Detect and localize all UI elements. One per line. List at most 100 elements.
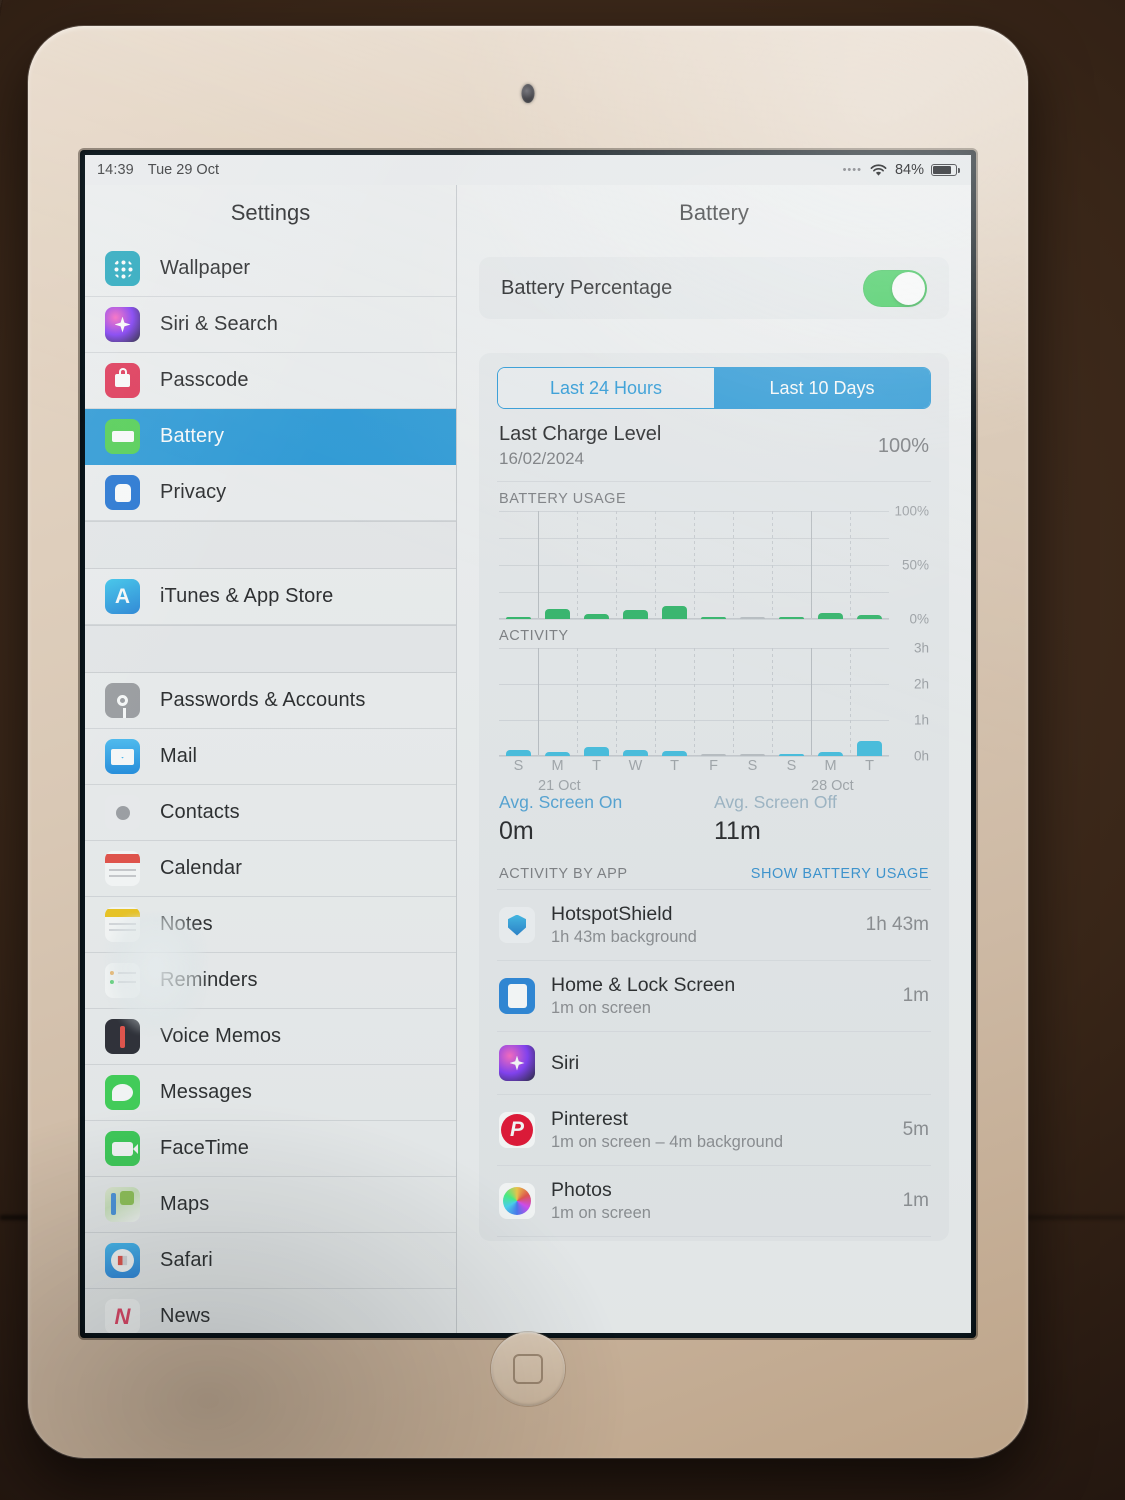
app-store-icon: A [105,579,140,614]
sidebar-item-notes[interactable]: Notes [85,897,456,953]
app-detail: 1m on screen [551,999,651,1017]
bar [505,749,532,756]
photos-icon [499,1183,535,1219]
sidebar-item-calendar[interactable]: Calendar [85,841,456,897]
bar [505,617,532,619]
safari-icon [105,1243,140,1278]
show-battery-usage-link[interactable]: SHOW BATTERY USAGE [751,866,929,882]
x-axis-tick: S [513,758,524,774]
hotspotshield-icon [499,907,535,943]
pinterest-icon: P [499,1112,535,1148]
app-name: Home & Lock Screen [551,974,736,996]
app-usage-row[interactable]: Home & Lock Screen 1m on screen 1m [497,961,931,1032]
activity-by-app-caption: ACTIVITY BY APP [499,866,628,882]
bar [661,606,688,619]
bar-slot [811,648,850,756]
tab-last-10-days[interactable]: Last 10 Days [714,368,930,408]
x-axis-tick: T [865,758,874,774]
reminders-icon [105,963,140,998]
bar [661,750,688,756]
app-usage-row[interactable]: Photos 1m on screen 1m [497,1166,931,1237]
app-detail: 1m on screen – 4m background [551,1133,784,1151]
bar-slot [694,648,733,756]
bar [700,754,727,756]
sidebar-item-label: Privacy [160,481,227,503]
siri-icon [105,307,140,342]
app-usage-row[interactable]: Siri [497,1032,931,1095]
sidebar-item-mail[interactable]: Mail [85,729,456,785]
settings-sidebar: Settings Wallpaper Siri & Search Passcode B… [85,185,457,1333]
y-axis-tick: 0h [913,748,929,764]
y-axis-tick: 2h [913,676,929,692]
bar-slot [655,648,694,756]
calendar-icon [105,851,140,886]
sidebar-item-siri-search[interactable]: Siri & Search [85,297,456,353]
avg-screen-on: Avg. Screen On 0m [499,792,714,846]
news-icon: N [105,1299,140,1333]
mail-icon [105,739,140,774]
sidebar-item-safari[interactable]: Safari [85,1233,456,1289]
activity-chart: 0h 1h 2h 3h [499,641,929,764]
tab-last-24-hours[interactable]: Last 24 Hours [498,368,714,408]
sidebar-item-battery[interactable]: Battery [85,409,456,465]
chart-x-axis: S M T W T F S S M T 21 Oct 28 Oct [499,758,889,794]
bar [856,614,883,619]
bar [583,614,610,619]
sidebar-item-label: Voice Memos [160,1025,282,1047]
sidebar-group-separator [85,521,456,569]
x-axis-tick: T [670,758,679,774]
battery-percentage-toggle[interactable] [863,269,927,307]
battery-chart-card: Last 24 Hours Last 10 Days Last Charge L… [479,353,949,1241]
bar [622,749,649,756]
app-usage-row[interactable]: HotspotShield 1h 43m background 1h 43m [497,890,931,961]
x-axis-week-label: 28 Oct [811,778,854,794]
hand-icon [105,475,140,510]
sidebar-item-contacts[interactable]: Contacts [85,785,456,841]
bar-slot [772,648,811,756]
sidebar-item-maps[interactable]: Maps [85,1177,456,1233]
sidebar-item-voice-memos[interactable]: Voice Memos [85,1009,456,1065]
signal-dots-icon: •••• [842,164,862,176]
key-icon [105,683,140,718]
y-axis-tick: 50% [901,557,929,573]
sidebar-item-privacy[interactable]: Privacy [85,465,456,521]
sidebar-item-passwords-accounts[interactable]: Passwords & Accounts [85,673,456,729]
detail-title: Battery [679,200,749,225]
sidebar-item-passcode[interactable]: Passcode [85,353,456,409]
sidebar-item-label: Reminders [160,969,258,991]
bar-series [499,511,889,619]
bar-slot [850,511,889,619]
app-usage-row[interactable]: P Pinterest 1m on screen – 4m background 5m [497,1095,931,1166]
settings-list: Wallpaper Siri & Search Passcode Battery Pri… [85,241,456,1333]
activity-caption: ACTIVITY [499,628,569,644]
sidebar-item-messages[interactable]: Messages [85,1065,456,1121]
x-axis-tick: M [824,758,837,774]
sidebar-item-label: Calendar [160,857,242,879]
battery-percentage-label: Battery Percentage [501,276,673,299]
bar-slot [616,511,655,619]
y-axis-tick: 100% [894,503,929,519]
grid-line [499,756,889,757]
y-axis-tick: 0% [909,611,929,627]
battery-percentage-row[interactable]: Battery Percentage [479,257,949,319]
status-battery-icon [931,164,960,176]
sidebar-item-itunes-app-store[interactable]: AiTunes & App Store [85,569,456,625]
y-axis-tick: 3h [913,640,929,656]
sidebar-item-label: Mail [160,745,198,767]
sidebar-item-news[interactable]: N News [85,1289,456,1333]
home-button[interactable] [491,1332,565,1406]
sidebar-item-facetime[interactable]: FaceTime [85,1121,456,1177]
x-axis-week-label: 21 Oct [538,778,581,794]
notes-icon [105,907,140,942]
sidebar-item-wallpaper[interactable]: Wallpaper [85,241,456,297]
bar-slot [538,648,577,756]
bar-slot [499,511,538,619]
app-name: Pinterest [551,1108,628,1130]
grid-line [499,619,889,620]
time-range-segmented-control[interactable]: Last 24 Hours Last 10 Days [497,367,931,409]
battery-icon [105,419,140,454]
bar [778,617,805,619]
sidebar-item-reminders[interactable]: Reminders [85,953,456,1009]
activity-by-app-header: ACTIVITY BY APP SHOW BATTERY USAGE [497,856,931,890]
wifi-icon [869,163,888,177]
